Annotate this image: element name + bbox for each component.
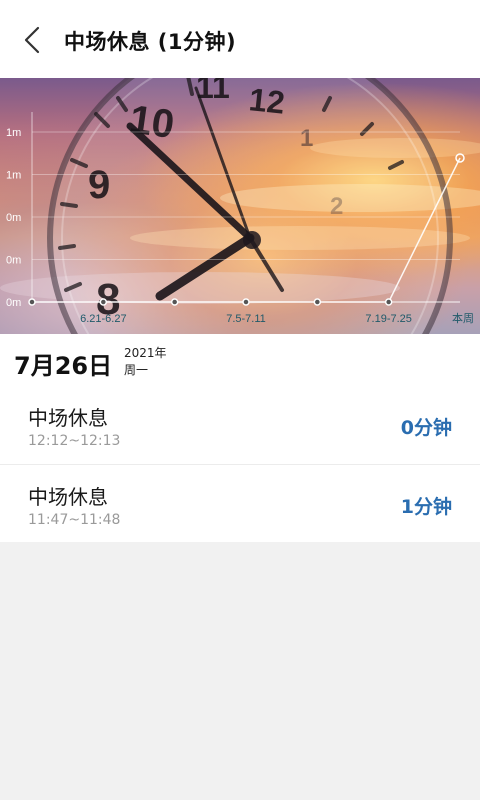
date-weekday: 周一 [124, 363, 149, 377]
data-point [242, 298, 250, 306]
svg-text:12: 12 [247, 81, 286, 121]
stats-chart: 10 9 8 11 12 1 2 1m 1m 0m 0m 0m 6.21-6.27 7.5-… [0, 78, 480, 334]
data-point [313, 298, 322, 306]
date-year: 2021年 [124, 346, 167, 360]
x-tick-label: 6.21-6.27 [80, 313, 126, 325]
y-tick-label: 1m [6, 127, 21, 139]
record-time: 11:47~11:48 [28, 512, 121, 528]
page-title: 中场休息 (1分钟) [64, 30, 237, 54]
x-tick-label: 7.5-7.11 [226, 313, 266, 325]
record-name: 中场休息 [28, 485, 108, 509]
x-tick-label: 本周 [452, 311, 474, 325]
svg-text:10: 10 [127, 97, 177, 147]
app-header: 中场休息 (1分钟) [0, 0, 480, 78]
data-point [99, 298, 108, 306]
record-name: 中场休息 [28, 406, 108, 430]
record-duration: 1分钟 [400, 496, 452, 518]
y-tick-label: 0m [6, 255, 21, 267]
date-header: 7月26日 2021年 周一 [0, 334, 480, 386]
clock-background: 10 9 8 11 12 1 2 1m1m0m0m0m6.21-6.27 7.5-… [0, 78, 480, 334]
date-day: 7月26日 [14, 352, 113, 380]
svg-text:9: 9 [88, 163, 110, 207]
data-point [170, 298, 179, 306]
list-item[interactable]: 中场休息 12:12~12:13 0分钟 [0, 386, 480, 464]
y-tick-label: 0m [6, 297, 21, 309]
clock-face: 10 9 8 11 12 1 2 [47, 78, 453, 334]
data-point [28, 298, 36, 306]
back-button[interactable] [14, 22, 50, 58]
x-tick-label: 7.19-7.25 [365, 313, 411, 325]
list-item[interactable]: 中场休息 11:47~11:48 1分钟 [0, 464, 480, 542]
svg-text:2: 2 [330, 193, 343, 220]
y-tick-label: 0m [6, 212, 21, 224]
y-tick-label: 1m [6, 170, 21, 182]
svg-text:1: 1 [300, 125, 313, 152]
chevron-left-icon [24, 26, 40, 54]
data-point [384, 298, 393, 306]
record-time: 12:12~12:13 [28, 433, 121, 449]
record-list: 中场休息 12:12~12:13 0分钟 中场休息 11:47~11:48 1分… [0, 386, 480, 542]
record-duration: 0分钟 [400, 417, 452, 439]
